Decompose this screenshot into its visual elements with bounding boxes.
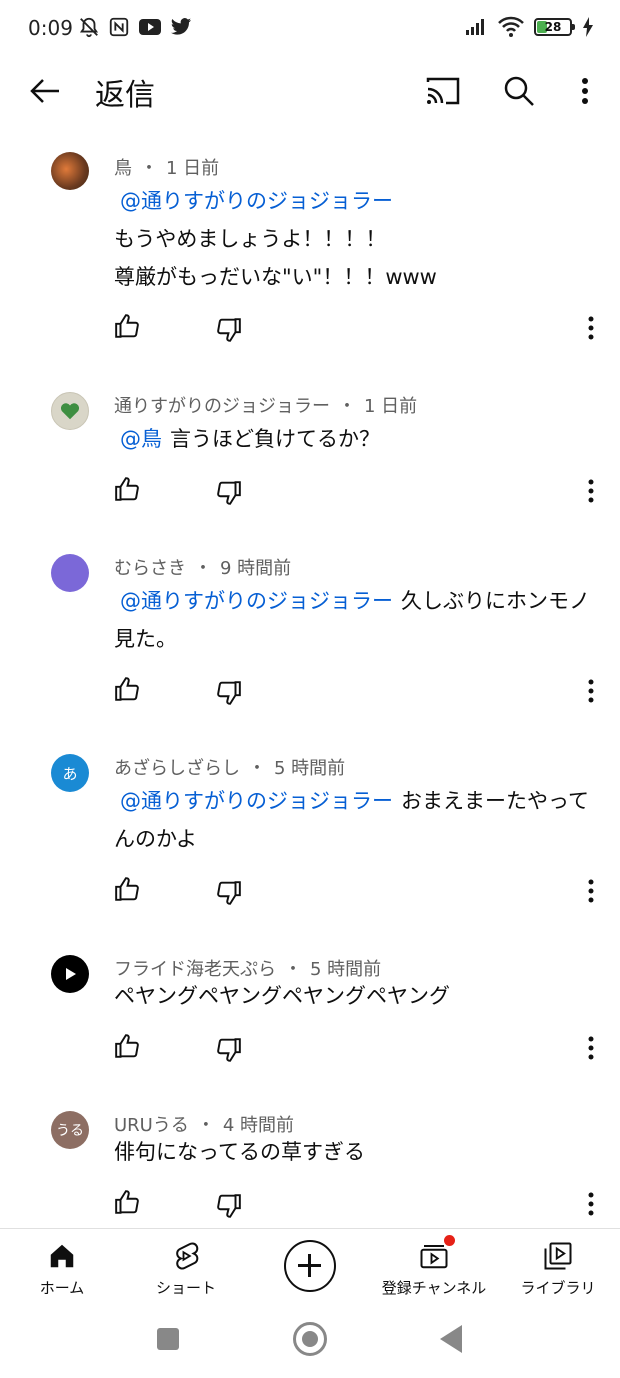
home-icon [45, 1239, 79, 1273]
status-left-icons [78, 16, 192, 38]
mention-link[interactable]: @通りすがりのジョジョラー [120, 189, 393, 213]
search-icon[interactable] [500, 72, 538, 110]
avatar-letter: うる [56, 1123, 84, 1139]
nav-home[interactable]: ホーム [30, 1229, 94, 1307]
nav-subscriptions[interactable]: 登録チャンネル [376, 1229, 492, 1307]
like-icon[interactable] [114, 1033, 140, 1059]
cast-icon[interactable] [424, 72, 462, 110]
comment-time: 1 日前 [364, 396, 418, 417]
youtube-icon [139, 19, 161, 35]
mute-bell-icon [79, 17, 99, 38]
mention-link[interactable]: @通りすがりのジョジョラー [120, 589, 393, 613]
play-icon [66, 968, 76, 980]
comment-more-icon[interactable] [581, 313, 601, 343]
comment-author[interactable]: 鳥 [114, 158, 132, 179]
comment-text: @通りすがりのジョジョラー もうやめましょうよ！！！！ 尊厳がもっだいな"い"！… [114, 182, 604, 296]
like-icon[interactable] [114, 1189, 140, 1215]
comment-text: @通りすがりのジョジョラー おまえまーたやってんのかよ [114, 782, 604, 858]
comment-text: ペヤングペヤングペヤングペヤング [114, 977, 604, 1015]
comment-meta: あざらしざらし・ 5 時間前 [114, 758, 346, 779]
comment-more-icon[interactable] [581, 1189, 601, 1219]
comment-more-icon[interactable] [581, 476, 601, 506]
avatar[interactable] [51, 152, 89, 190]
comment-time: 1 日前 [166, 158, 220, 179]
heart-logo-icon [60, 403, 80, 420]
recents-icon[interactable] [157, 1328, 179, 1350]
mention-link[interactable]: @鳥 [120, 427, 162, 451]
avatar[interactable]: あ [51, 754, 89, 792]
comment-more-icon[interactable] [581, 876, 601, 906]
comment-line: 俳句になってるの草すぎる [114, 1140, 365, 1164]
home-circle-icon[interactable] [293, 1322, 327, 1356]
dislike-icon[interactable] [216, 1193, 242, 1219]
comment-line: 言うほど負けてるか？ [170, 427, 380, 451]
comment-more-icon[interactable] [581, 1033, 601, 1063]
create-button[interactable] [284, 1240, 336, 1292]
page-title: 返信 [95, 78, 155, 113]
like-icon[interactable] [114, 876, 140, 902]
comment-actions [0, 676, 620, 712]
charging-icon [583, 17, 593, 37]
comment-line: ペヤングペヤングペヤングペヤング [114, 984, 450, 1008]
nav-subscriptions-label: 登録チャンネル [381, 1279, 487, 1297]
comment-meta: 鳥・ 1 日前 [114, 158, 220, 179]
shorts-icon [169, 1239, 203, 1273]
comment-actions [0, 313, 620, 349]
nfc-icon [109, 17, 129, 37]
comment-line: 尊厳がもっだいな"い"！！！www [114, 265, 437, 289]
comment-text: @通りすがりのジョジョラー 久しぶりにホンモノ見た。 [114, 582, 604, 658]
dislike-icon[interactable] [216, 480, 242, 506]
nav-shorts[interactable]: ショート [148, 1229, 224, 1307]
back-arrow-icon[interactable] [26, 72, 64, 110]
comment-actions [0, 476, 620, 512]
comment-meta: むらさき・ 9 時間前 [114, 558, 292, 579]
comment-author[interactable]: 通りすがりのジョジョラー [114, 396, 330, 417]
comment-meta: 通りすがりのジョジョラー・ 1 日前 [114, 396, 418, 417]
avatar[interactable] [51, 392, 89, 430]
like-icon[interactable] [114, 476, 140, 502]
comment-more-icon[interactable] [581, 676, 601, 706]
comment-author[interactable]: あざらしざらし [114, 758, 240, 779]
mention-link[interactable]: @通りすがりのジョジョラー [120, 789, 393, 813]
nav-library-label: ライブラリ [520, 1279, 596, 1297]
back-triangle-icon[interactable] [440, 1325, 462, 1353]
avatar[interactable]: うる [51, 1111, 89, 1149]
system-navigation [0, 1306, 620, 1378]
like-icon[interactable] [114, 313, 140, 339]
comment-text: 俳句になってるの草すぎる [114, 1133, 604, 1171]
app-bar: 返信 [0, 56, 620, 126]
comment-time: 5 時間前 [274, 758, 346, 779]
avatar-letter: あ [62, 764, 78, 783]
dislike-icon[interactable] [216, 680, 242, 706]
comment-text: @鳥 言うほど負けてるか？ [114, 420, 604, 458]
dislike-icon[interactable] [216, 317, 242, 343]
comment-time: 9 時間前 [220, 558, 292, 579]
battery-icon: 28 [534, 18, 575, 36]
wifi-icon [498, 16, 524, 37]
notification-dot [444, 1235, 455, 1246]
nav-home-label: ホーム [39, 1279, 85, 1297]
like-icon[interactable] [114, 676, 140, 702]
dislike-icon[interactable] [216, 880, 242, 906]
avatar[interactable] [51, 955, 89, 993]
more-vert-icon[interactable] [568, 72, 602, 110]
twitter-icon [170, 18, 192, 35]
avatar[interactable] [51, 554, 89, 592]
nav-library[interactable]: ライブラリ [516, 1229, 600, 1307]
comment-author[interactable]: むらさき [114, 558, 186, 579]
battery-level: 28 [544, 20, 562, 34]
dislike-icon[interactable] [216, 1037, 242, 1063]
subscriptions-icon [417, 1235, 455, 1273]
library-icon [541, 1239, 575, 1273]
comment-actions [0, 876, 620, 912]
status-right-icons: 28 [464, 16, 594, 38]
status-time: 0:09 [28, 16, 73, 40]
status-bar: 0:09 28 [0, 0, 620, 56]
comment-actions [0, 1033, 620, 1069]
comment-actions [0, 1189, 620, 1225]
signal-icon [466, 19, 484, 35]
nav-shorts-label: ショート [155, 1279, 216, 1297]
comment-line: もうやめましょうよ！！！！ [114, 227, 387, 251]
